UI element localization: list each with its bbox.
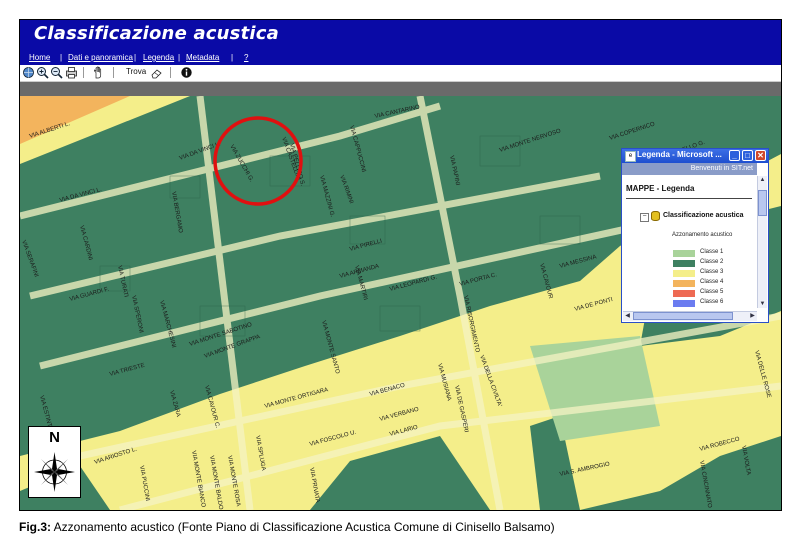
welcome-banner: Benvenuti in SIT.net: [622, 163, 757, 175]
legend-swatch-class2: [673, 260, 695, 267]
header-divider: [626, 198, 752, 199]
legend-swatch-class6: [673, 300, 695, 307]
scrollbar-thumb[interactable]: [758, 190, 767, 216]
zoom-in-icon[interactable]: [36, 66, 49, 79]
find-button[interactable]: Trova: [126, 67, 146, 76]
tree-collapse-toggle[interactable]: −: [640, 213, 649, 222]
print-icon[interactable]: [65, 66, 78, 79]
nav-separator: |: [178, 53, 181, 62]
legend-swatch-class1: [673, 250, 695, 257]
legend-swatch-class4: [673, 280, 695, 287]
north-arrow: N: [28, 426, 81, 498]
legend-popup-window[interactable]: e Legenda - Microsoft ... _ □ ✕ Benvenut…: [621, 148, 769, 323]
layer-name[interactable]: Classificazione acustica: [663, 212, 744, 219]
toolbar-separator: [83, 67, 84, 78]
scroll-right-arrow-icon[interactable]: ▶: [748, 312, 757, 319]
legend-swatch-class3: [673, 270, 695, 277]
legend-label: Classe 3: [700, 269, 724, 275]
nav-separator: |: [231, 53, 234, 62]
maximize-button[interactable]: □: [742, 150, 753, 161]
nav-legenda-link[interactable]: Legenda: [143, 53, 174, 62]
map-status-strip: [20, 82, 781, 96]
nav-bar: Home | Dati e panoramica | Legenda | Met…: [20, 53, 781, 65]
toolbar-separator: [170, 67, 171, 78]
legend-label: Classe 2: [700, 259, 724, 265]
nav-separator: |: [60, 53, 63, 62]
zoom-out-icon[interactable]: [50, 66, 63, 79]
caption-text: Azzonamento acustico (Fonte Piano di Cla…: [51, 520, 555, 534]
vertical-scrollbar[interactable]: ▲ ▼: [757, 176, 767, 308]
scrollbar-thumb[interactable]: [633, 312, 733, 320]
toolbar-separator: [113, 67, 114, 78]
info-icon[interactable]: [180, 66, 193, 79]
pan-globe-icon[interactable]: [22, 66, 35, 79]
legend-label: Classe 6: [700, 299, 724, 305]
minimize-button[interactable]: _: [729, 150, 740, 161]
legend-swatch-class5: [673, 290, 695, 297]
scroll-left-arrow-icon[interactable]: ◀: [623, 312, 632, 319]
caption-prefix: Fig.3:: [19, 520, 51, 534]
app-header: Classificazione acustica: [20, 20, 781, 53]
app-title: Classificazione acustica: [34, 23, 279, 44]
hand-pan-icon[interactable]: [92, 66, 105, 79]
horizontal-scrollbar[interactable]: ◀ ▶: [623, 311, 757, 321]
legend-header: MAPPE - Legenda: [626, 184, 695, 193]
figure-caption: Fig.3: Azzonamento acustico (Fonte Piano…: [19, 520, 555, 534]
nav-separator: |: [134, 53, 137, 62]
north-label: N: [49, 429, 60, 446]
nav-metadata-link[interactable]: Metadata: [186, 53, 219, 62]
eraser-icon[interactable]: [150, 66, 163, 79]
scroll-up-arrow-icon[interactable]: ▲: [758, 177, 767, 183]
scroll-down-arrow-icon[interactable]: ▼: [758, 301, 767, 307]
compass-rose-icon: [34, 452, 75, 492]
nav-dati-link[interactable]: Dati e panoramica: [68, 53, 133, 62]
map-toolbar: Trova: [20, 65, 781, 82]
nav-home-link[interactable]: Home: [29, 53, 50, 62]
legend-subtitle: Azzonamento acustico: [672, 232, 733, 238]
app-window: Classificazione acustica Home | Dati e p…: [19, 19, 782, 511]
legend-window-titlebar[interactable]: e Legenda - Microsoft ... _ □ ✕: [622, 149, 768, 163]
layer-database-icon: [651, 211, 660, 221]
ie-window-icon: e: [625, 151, 636, 162]
close-button[interactable]: ✕: [755, 150, 766, 161]
legend-label: Classe 5: [700, 289, 724, 295]
legend-window-title: Legenda - Microsoft ...: [637, 150, 722, 159]
legend-label: Classe 1: [700, 249, 724, 255]
nav-help-link[interactable]: ?: [244, 53, 248, 62]
legend-label: Classe 4: [700, 279, 724, 285]
